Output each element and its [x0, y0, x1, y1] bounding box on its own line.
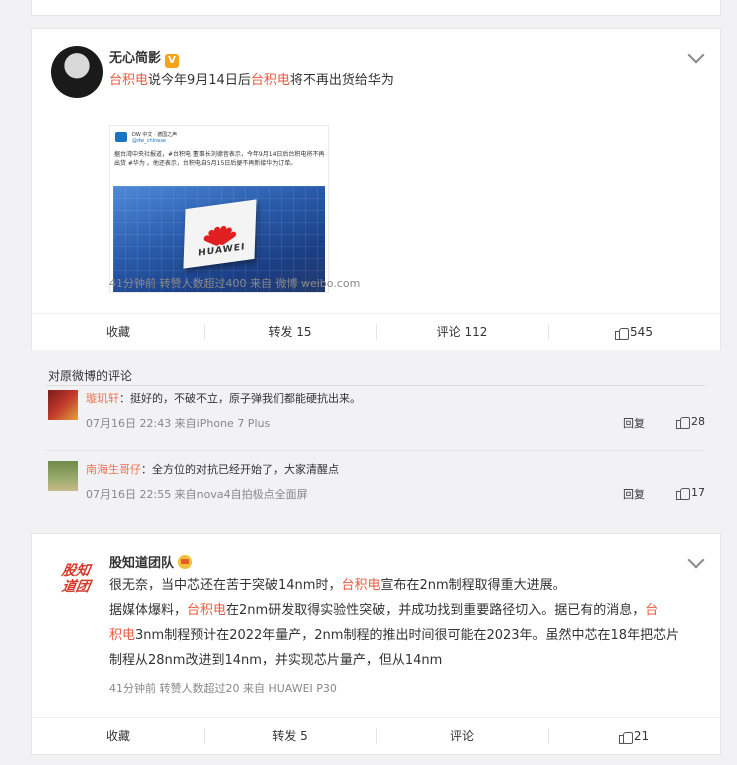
comment-like-button[interactable]: 28	[676, 415, 705, 429]
chevron-down-icon[interactable]	[687, 46, 705, 64]
post-text: 台积电说今年9月14日后台积电将不再出货给华为	[109, 68, 394, 93]
comment-meta: 07月16日 22:43 来自iPhone 7 Plus	[86, 417, 271, 430]
text-span: 在2nm研发取得实验性突破，并成功找到重要路径切入。据已有的消息，	[226, 603, 646, 618]
comment-text: 南海生哥仔：全方位的对抗已经开始了，大家清醒点	[86, 463, 339, 476]
commenter-name[interactable]: 璇玑轩	[86, 392, 119, 405]
comment-button[interactable]: 评论 112	[376, 314, 548, 349]
comment-like-button[interactable]: 17	[676, 486, 705, 500]
hashtag-link[interactable]: 台	[645, 603, 658, 618]
hashtag-link[interactable]: 台积电	[341, 578, 380, 593]
hashtag-link[interactable]: 台积电	[109, 73, 148, 88]
thumbs-up-icon	[618, 730, 633, 744]
thumbs-up-icon	[676, 486, 690, 500]
reply-button[interactable]: 回复	[623, 486, 645, 502]
author-name-row: 股知道团队	[109, 552, 193, 571]
post-meta: 41分钟前 转赞人数超过400 来自 微博 weibo.com	[109, 277, 361, 290]
thumbs-up-icon	[615, 326, 630, 340]
comment-meta: 07月16日 22:55 来自nova4自拍极点全面屏	[86, 488, 308, 501]
text-line: 制程从28nm改进到14nm，并实现芯片量产，但从14nm	[109, 648, 709, 673]
post-meta: 41分钟前 转赞人数超过20 来自 HUAWEI P30	[109, 682, 337, 695]
team-logo[interactable]: 股知 道团	[47, 550, 105, 608]
text-line: 很无奈，当中芯还在苦于突破14nm时，台积电宣布在2nm制程取得重大进展。	[109, 573, 709, 598]
text-line: 积电3nm制程预计在2022年量产，2nm制程的推出时间很可能在2023年。虽然…	[109, 623, 709, 648]
reply-button[interactable]: 回复	[623, 415, 645, 431]
text-span: 很无奈，当中芯还在苦于突破14nm时，	[109, 578, 342, 593]
hashtag-link[interactable]: 积电	[109, 628, 135, 643]
text-span: 制程从28nm改进到14nm，并实现芯片量产，但从14nm	[109, 653, 443, 668]
hashtag-link[interactable]: 台积电	[187, 603, 226, 618]
like-button[interactable]: 21	[548, 718, 720, 753]
favorite-button[interactable]: 收藏	[32, 314, 204, 349]
like-count: 545	[630, 325, 653, 339]
weibo-post-2: 股知 道团 股知道团队 很无奈，当中芯还在苦于突破14nm时，台积电宣布在2nm…	[31, 533, 721, 755]
text-line: 据媒体爆料，台积电在2nm研发取得实验性突破，并成功找到重要路径切入。据已有的消…	[109, 598, 709, 623]
comment-button[interactable]: 评论	[376, 718, 548, 753]
commenter-name[interactable]: 南海生哥仔	[86, 463, 141, 476]
repost-button[interactable]: 转发 5	[204, 718, 376, 753]
like-button[interactable]: 545	[548, 314, 720, 349]
text-span: 据媒体爆料，	[109, 603, 188, 618]
image-handle: @dw_chinese	[132, 138, 166, 144]
author-name[interactable]: 无心简影	[109, 51, 161, 66]
comment-item: 南海生哥仔：全方位的对抗已经开始了，大家清醒点 07月16日 22:55 来自n…	[46, 461, 705, 511]
chevron-down-icon[interactable]	[687, 551, 705, 569]
image-source: DW 中文 · 德国之声	[132, 132, 178, 138]
post-image[interactable]: DW 中文 · 德国之声 @dw_chinese 据台湾中央社报道，#台积电 董…	[109, 125, 329, 293]
image-caption: 据台湾中央社报道，#台积电 董事长刘德音表示，今年9月14日后台积电将不再出货 …	[114, 151, 325, 167]
weibo-post-1: 无心简影 V 台积电说今年9月14日后台积电将不再出货给华为 DW 中文 · 德国…	[31, 28, 721, 351]
text-span: 宣布在2nm制程取得重大进展。	[380, 578, 566, 593]
author-name-row: 无心简影 V	[109, 47, 180, 68]
comment-item: 璇玑轩：挺好的，不破不立，原子弹我们都能硬抗出来。 07月16日 22:43 来…	[46, 390, 705, 440]
previous-post-stub	[31, 0, 721, 16]
comment-section: 对原微博的评论 璇玑轩：挺好的，不破不立，原子弹我们都能硬抗出来。 07月16日…	[31, 350, 721, 523]
author-name[interactable]: 股知道团队	[109, 556, 174, 571]
chip-label: HUAWEI	[197, 242, 246, 259]
dw-logo-icon	[115, 132, 127, 142]
commenter-avatar[interactable]	[48, 390, 78, 420]
commenter-avatar[interactable]	[48, 461, 78, 491]
text-span: 说今年9月14日后	[148, 73, 251, 88]
like-count: 21	[633, 729, 650, 743]
comments-title: 对原微博的评论	[48, 369, 133, 383]
crown-badge-icon	[178, 555, 193, 569]
text-span: 3nm制程预计在2022年量产，2nm制程的推出时间很可能在2023年。虽然中芯…	[135, 628, 680, 643]
action-bar: 收藏 转发 15 评论 112 545	[32, 313, 720, 349]
huawei-chip: HUAWEI	[183, 199, 257, 269]
comment-text: 璇玑轩：挺好的，不破不立，原子弹我们都能硬抗出来。	[86, 392, 361, 405]
verified-v-icon: V	[165, 54, 180, 68]
repost-button[interactable]: 转发 15	[204, 314, 376, 349]
post-text: 很无奈，当中芯还在苦于突破14nm时，台积电宣布在2nm制程取得重大进展。 据媒体…	[109, 573, 709, 673]
hashtag-link[interactable]: 台积电	[251, 73, 290, 88]
thumbs-up-icon	[676, 415, 690, 429]
action-bar: 收藏 转发 5 评论 21	[32, 717, 720, 753]
favorite-button[interactable]: 收藏	[32, 718, 204, 753]
avatar[interactable]	[51, 46, 103, 98]
text-span: 将不再出货给华为	[289, 73, 394, 88]
